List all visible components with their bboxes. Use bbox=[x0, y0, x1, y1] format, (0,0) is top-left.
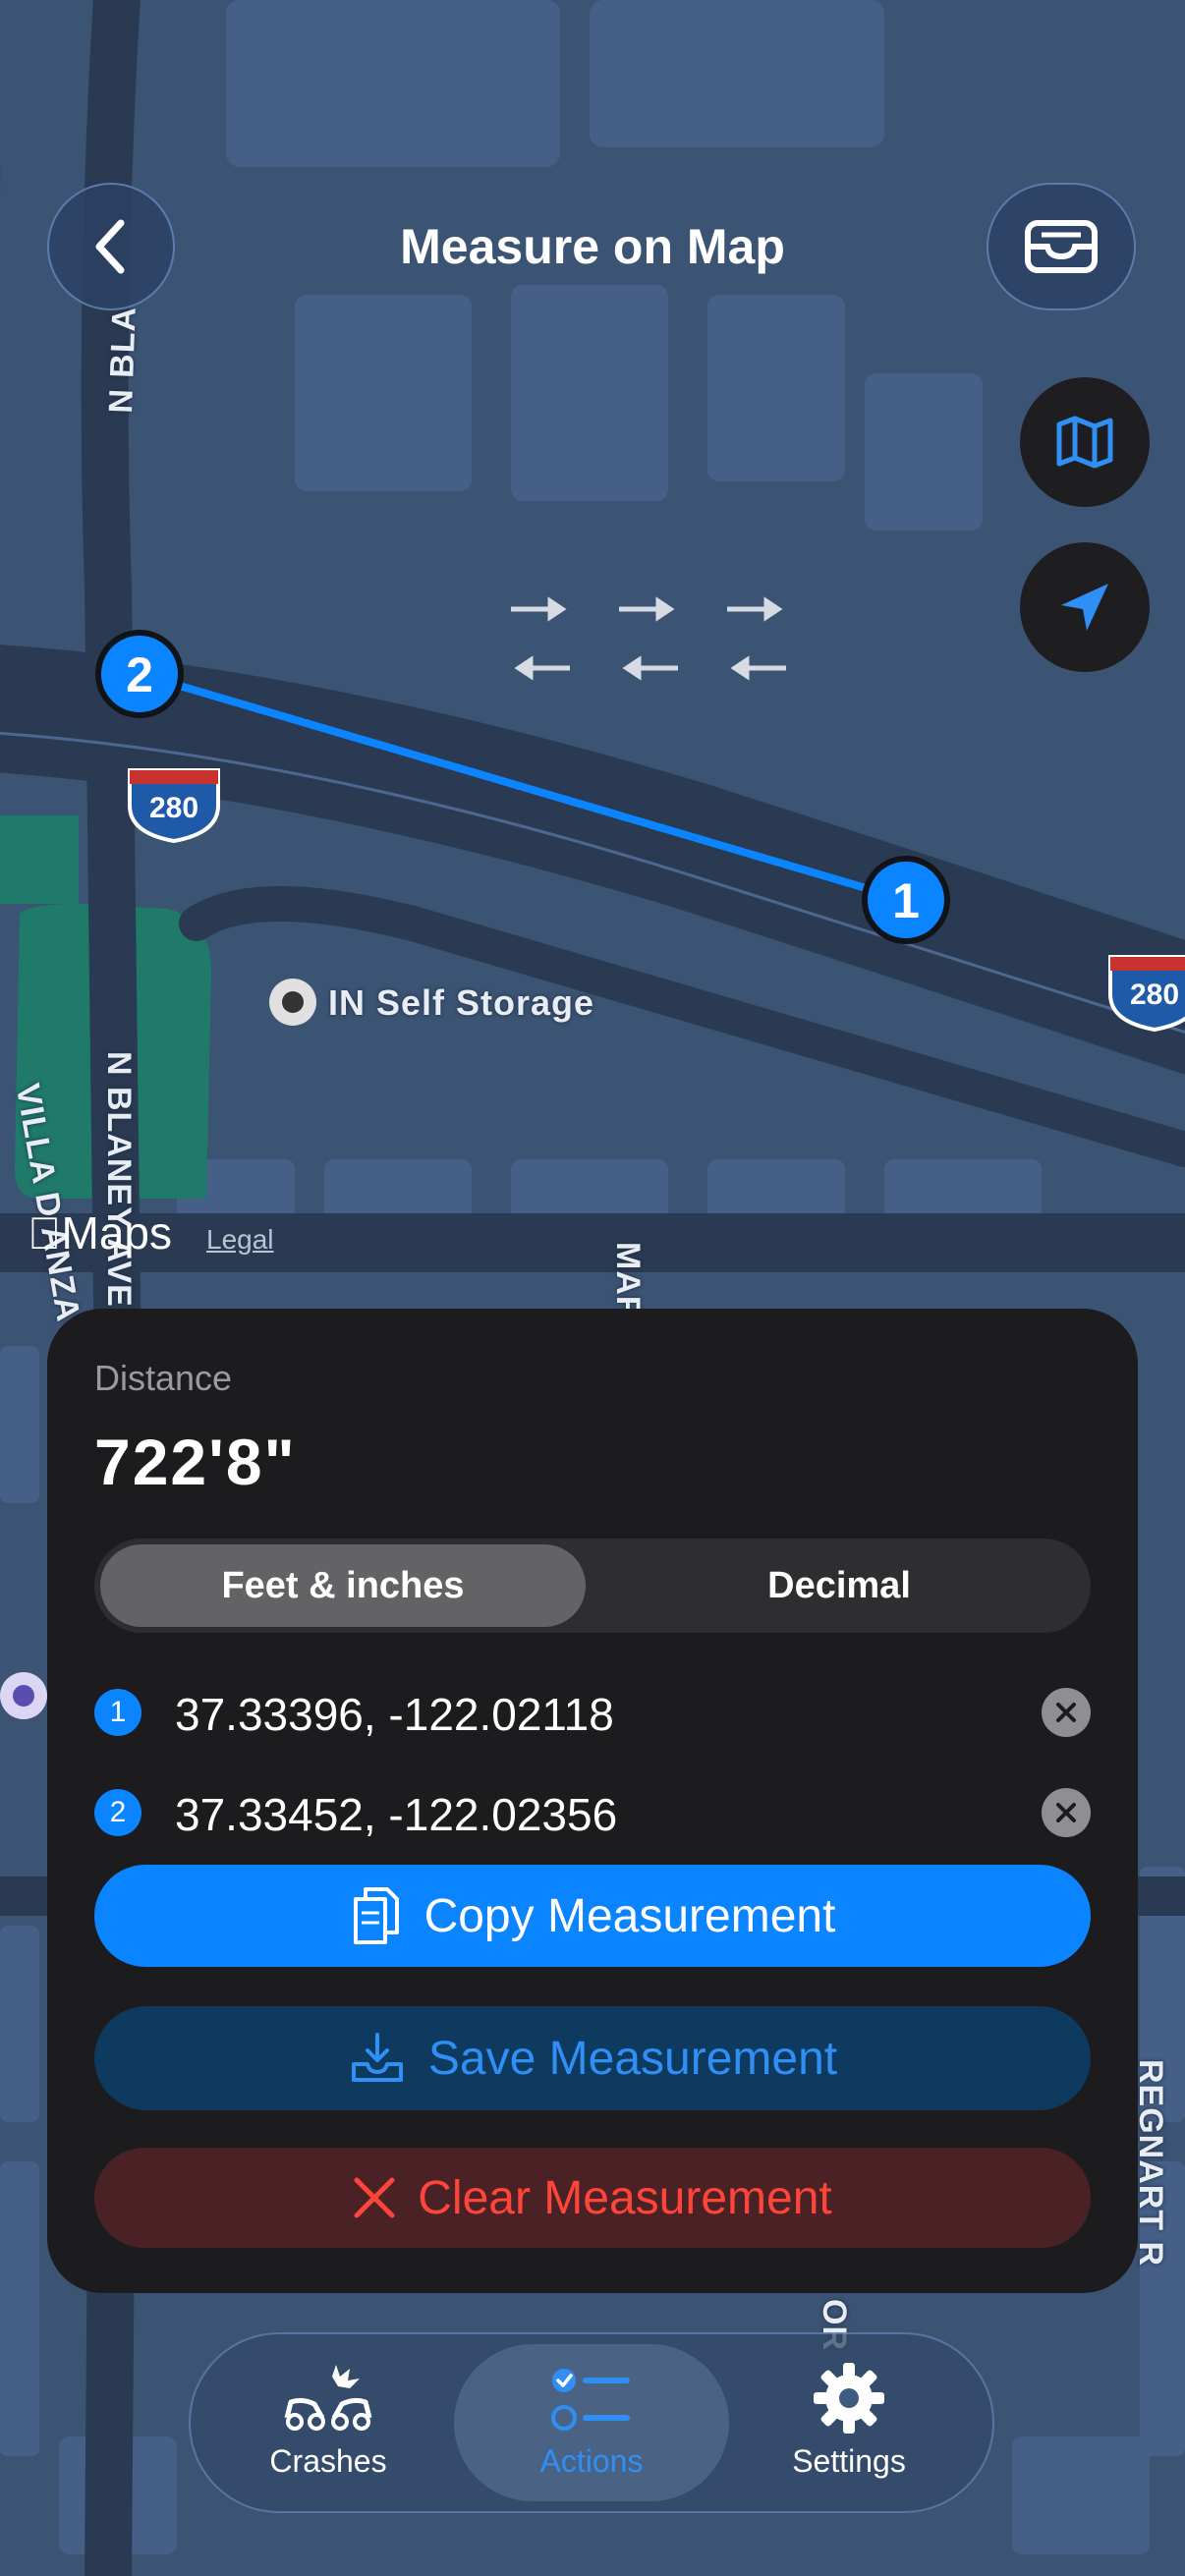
legal-link[interactable]: Legal bbox=[206, 1224, 274, 1256]
tab-label: Settings bbox=[792, 2443, 906, 2479]
tab-settings[interactable]: Settings bbox=[711, 2344, 987, 2501]
remove-point-button[interactable] bbox=[1042, 1788, 1091, 1837]
save-measurement-button[interactable]: Save Measurement bbox=[94, 2006, 1091, 2110]
tab-crashes[interactable]: Crashes bbox=[191, 2344, 466, 2501]
tab-label: Actions bbox=[539, 2443, 644, 2479]
point-coordinates: 37.33396, -122.02118 bbox=[175, 1689, 614, 1740]
point-number-badge: 2 bbox=[94, 1789, 141, 1836]
road-label: N BLANEY AVE bbox=[100, 1051, 138, 1308]
map-type-button[interactable] bbox=[1020, 377, 1150, 507]
point-coordinates: 37.33452, -122.02356 bbox=[175, 1789, 618, 1840]
maps-brand-label: Maps bbox=[28, 1207, 172, 1259]
tray-download-icon bbox=[351, 2033, 403, 2082]
location-arrow-icon bbox=[1061, 584, 1108, 631]
poi-label[interactable]: IN Self Storage bbox=[328, 982, 594, 1024]
tray-icon bbox=[1025, 220, 1098, 273]
copy-icon bbox=[353, 1887, 399, 1944]
page-title: Measure on Map bbox=[400, 219, 785, 274]
poi-pin-icon[interactable] bbox=[269, 979, 316, 1026]
clear-measurement-label: Clear Measurement bbox=[418, 2171, 832, 2224]
crash-icon bbox=[284, 2365, 372, 2431]
svg-text:2: 2 bbox=[126, 647, 153, 702]
units-feet-inches-option[interactable]: Feet & inches bbox=[100, 1544, 586, 1627]
gear-icon bbox=[814, 2363, 884, 2434]
map-icon bbox=[1056, 416, 1113, 469]
units-segmented-control: Feet & inches Decimal bbox=[94, 1539, 1091, 1633]
remove-point-button[interactable] bbox=[1042, 1688, 1091, 1737]
units-decimal-option[interactable]: Decimal bbox=[593, 1544, 1085, 1627]
current-location-button[interactable] bbox=[1020, 542, 1150, 672]
close-icon bbox=[354, 2177, 395, 2218]
chevron-left-icon bbox=[95, 219, 125, 274]
tab-bar: Crashes Actions Settings bbox=[189, 2332, 994, 2513]
highway-shield: 280 bbox=[1108, 955, 1185, 1033]
marker-2[interactable]: 2 bbox=[95, 630, 184, 718]
clear-measurement-button[interactable]: Clear Measurement bbox=[94, 2148, 1091, 2248]
close-icon bbox=[1056, 1703, 1076, 1722]
svg-text:1: 1 bbox=[892, 873, 920, 928]
road-label: N BLA bbox=[102, 306, 143, 415]
measurement-panel: Distance 722'8" Feet & inches Decimal 1 … bbox=[47, 1309, 1138, 2293]
marker-1[interactable]: 1 bbox=[862, 856, 950, 944]
svg-text:280: 280 bbox=[149, 792, 198, 824]
point-row-2: 2 37.33452, -122.02356 bbox=[94, 1778, 1091, 1847]
copy-measurement-label: Copy Measurement bbox=[423, 1889, 836, 1942]
poi-pin-icon[interactable] bbox=[0, 1672, 47, 1719]
save-measurement-label: Save Measurement bbox=[427, 2032, 838, 2085]
tab-actions[interactable]: Actions bbox=[454, 2344, 729, 2501]
checklist-icon bbox=[551, 2369, 630, 2431]
maps-brand: Maps bbox=[28, 1206, 172, 1260]
distance-label: Distance bbox=[94, 1358, 233, 1398]
saved-measurements-button[interactable] bbox=[987, 183, 1136, 310]
back-button[interactable] bbox=[47, 183, 175, 310]
point-row-1: 1 37.33396, -122.02118 bbox=[94, 1678, 1091, 1747]
point-number-badge: 1 bbox=[94, 1689, 141, 1736]
highway-shield: 280 bbox=[128, 768, 220, 844]
distance-value: 722'8" bbox=[94, 1426, 297, 1498]
close-icon bbox=[1056, 1803, 1076, 1822]
tab-label: Crashes bbox=[269, 2443, 387, 2479]
svg-text:280: 280 bbox=[1130, 979, 1179, 1011]
copy-measurement-button[interactable]: Copy Measurement bbox=[94, 1865, 1091, 1967]
